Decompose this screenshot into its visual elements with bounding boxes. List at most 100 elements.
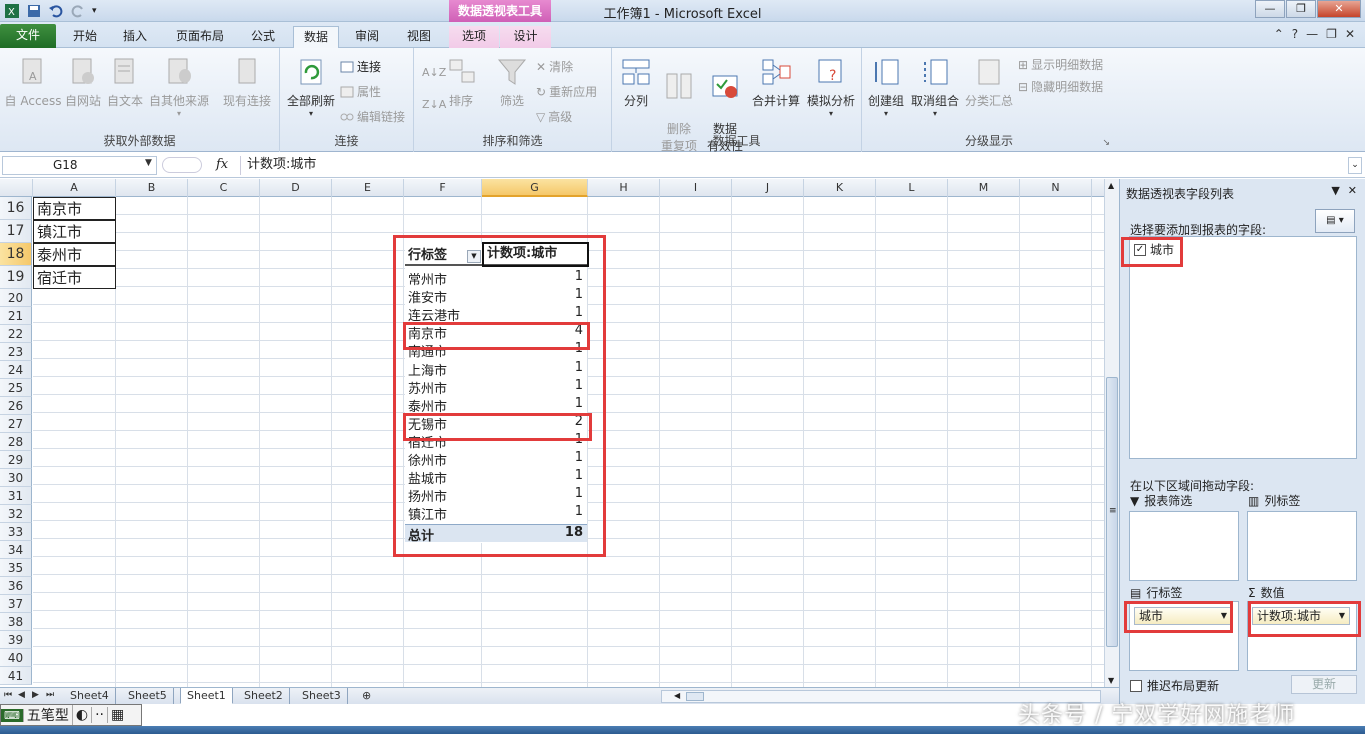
column-header-g[interactable]: G bbox=[482, 179, 588, 197]
hide-detail-button[interactable]: ⊟ 隐藏明细数据 bbox=[1018, 78, 1103, 95]
field-item-city[interactable]: ✓ 城市 bbox=[1134, 241, 1174, 258]
pivot-row[interactable]: 泰州市 1 bbox=[405, 396, 587, 415]
tab-design[interactable]: 设计 bbox=[500, 26, 551, 48]
ime-keyboard-icon[interactable]: ▦ bbox=[108, 707, 127, 723]
pivot-value-header[interactable]: 计数项:城市 bbox=[482, 242, 589, 267]
pivot-row[interactable]: 南京市 4 bbox=[405, 323, 587, 342]
tab-home[interactable]: 开始 bbox=[64, 26, 106, 48]
doc-restore-icon[interactable]: ❐ bbox=[1326, 27, 1337, 41]
from-web-button[interactable]: 自网站 bbox=[62, 56, 104, 109]
doc-close-icon[interactable]: ✕ bbox=[1345, 27, 1355, 41]
refresh-all-button[interactable]: 全部刷新 ▾ bbox=[282, 56, 340, 118]
sheet-tab-sheet1[interactable]: Sheet1 bbox=[180, 688, 233, 704]
ime-mode[interactable]: 五笔型 bbox=[24, 705, 73, 725]
formula-input[interactable]: 计数项:城市 bbox=[240, 156, 1350, 175]
vertical-scrollbar[interactable]: ▲ ≡ ▼ bbox=[1104, 179, 1119, 687]
scroll-left-icon[interactable]: ◀ bbox=[674, 691, 680, 700]
sort-button[interactable]: 排序 bbox=[446, 56, 476, 109]
column-header-a[interactable]: A bbox=[33, 179, 116, 197]
formula-bar-splitter-icon[interactable] bbox=[162, 157, 202, 173]
row-header-32[interactable]: 32 bbox=[0, 505, 32, 523]
pivot-table[interactable]: 行标签 ▼ 计数项:城市 常州市 1 淮安市 1 连云港市 1 南京市 4 南通市 1 上海市 1 苏州… bbox=[405, 242, 589, 544]
next-sheet-icon[interactable]: ▶ bbox=[32, 690, 39, 700]
row-header-26[interactable]: 26 bbox=[0, 397, 32, 415]
last-sheet-icon[interactable]: ⏭ bbox=[46, 690, 54, 700]
values-area[interactable]: 计数项:城市 ▼ bbox=[1247, 601, 1357, 671]
row-header-31[interactable]: 31 bbox=[0, 487, 32, 505]
row-header-37[interactable]: 37 bbox=[0, 595, 32, 613]
properties-button[interactable]: 属性 bbox=[340, 83, 381, 100]
pivot-row[interactable]: 上海市 1 bbox=[405, 360, 587, 379]
update-button[interactable]: 更新 bbox=[1291, 675, 1357, 694]
sort-az-button[interactable]: A↓Z bbox=[422, 66, 446, 79]
existing-connections-button[interactable]: 现有连接 bbox=[218, 56, 276, 109]
sheet-tab-sheet5[interactable]: Sheet5 bbox=[122, 688, 174, 704]
doc-minimize-icon[interactable]: — bbox=[1306, 27, 1318, 41]
pivot-row[interactable]: 徐州市 1 bbox=[405, 450, 587, 469]
pivot-row[interactable]: 盐城市 1 bbox=[405, 468, 587, 487]
defer-layout-update[interactable]: 推迟布局更新 bbox=[1130, 677, 1219, 694]
pane-close-icon[interactable]: ✕ bbox=[1348, 184, 1357, 197]
column-header-d[interactable]: D bbox=[260, 179, 332, 197]
column-header-i[interactable]: I bbox=[660, 179, 732, 197]
row-header-20[interactable]: 20 bbox=[0, 289, 32, 307]
scroll-down-icon[interactable]: ▼ bbox=[1108, 676, 1114, 685]
column-header-h[interactable]: H bbox=[588, 179, 660, 197]
value-item-dropdown-icon[interactable]: ▼ bbox=[1339, 608, 1345, 624]
dialog-launcher-icon[interactable]: ↘ bbox=[1102, 138, 1110, 148]
row-header-17[interactable]: 17 bbox=[0, 220, 32, 243]
column-header-l[interactable]: L bbox=[876, 179, 948, 197]
redo-icon[interactable] bbox=[70, 3, 86, 19]
pivot-row[interactable]: 南通市 1 bbox=[405, 341, 587, 360]
sheet-tab-sheet3[interactable]: Sheet3 bbox=[296, 688, 348, 704]
cell-a17[interactable]: 镇江市 bbox=[33, 220, 116, 243]
ime-halfwidth-icon[interactable]: ◐ bbox=[73, 707, 93, 723]
column-header-f[interactable]: F bbox=[404, 179, 482, 197]
horizontal-scroll-thumb[interactable] bbox=[686, 692, 704, 701]
pivot-row[interactable]: 淮安市 1 bbox=[405, 287, 587, 306]
what-if-analysis-button[interactable]: ? 模拟分析 ▾ bbox=[804, 56, 858, 118]
field-checkbox[interactable]: ✓ bbox=[1134, 243, 1146, 256]
row-labels-area[interactable]: 城市 ▼ bbox=[1129, 601, 1239, 671]
row-header-29[interactable]: 29 bbox=[0, 451, 32, 469]
row-header-34[interactable]: 34 bbox=[0, 541, 32, 559]
reapply-button[interactable]: ↻ 重新应用 bbox=[536, 83, 597, 100]
defer-checkbox[interactable] bbox=[1130, 679, 1142, 692]
column-header-k[interactable]: K bbox=[804, 179, 876, 197]
insert-function-icon[interactable]: fx bbox=[216, 157, 228, 172]
pivot-row[interactable]: 扬州市 1 bbox=[405, 486, 587, 505]
tab-data[interactable]: 数据 bbox=[293, 26, 339, 49]
from-access-button[interactable]: A 自 Access bbox=[4, 56, 62, 109]
collapse-ribbon-icon[interactable]: ⌃ bbox=[1274, 27, 1284, 41]
scroll-up-icon[interactable]: ▲ bbox=[1108, 181, 1114, 190]
prev-sheet-icon[interactable]: ◀ bbox=[18, 690, 25, 700]
pivot-row[interactable]: 连云港市 1 bbox=[405, 305, 587, 324]
tab-view[interactable]: 视图 bbox=[398, 26, 440, 48]
field-layout-button[interactable]: ▤ ▾ bbox=[1315, 209, 1355, 233]
row-header-38[interactable]: 38 bbox=[0, 613, 32, 631]
field-list-box[interactable]: ✓ 城市 bbox=[1129, 236, 1357, 459]
expand-formula-bar-icon[interactable]: ⌄ bbox=[1348, 157, 1362, 174]
subtotal-button[interactable]: 分类汇总 bbox=[962, 56, 1016, 109]
vertical-scroll-thumb[interactable]: ≡ bbox=[1106, 377, 1118, 647]
pivot-row[interactable]: 常州市 1 bbox=[405, 269, 587, 288]
tab-options[interactable]: 选项 bbox=[449, 26, 499, 48]
row-header-28[interactable]: 28 bbox=[0, 433, 32, 451]
consolidate-button[interactable]: 合并计算 bbox=[750, 56, 802, 109]
row-header-25[interactable]: 25 bbox=[0, 379, 32, 397]
ungroup-button[interactable]: 取消组合 ▾ bbox=[908, 56, 962, 118]
from-text-button[interactable]: 自文本 bbox=[104, 56, 146, 109]
column-header-n[interactable]: N bbox=[1020, 179, 1092, 197]
row-header-23[interactable]: 23 bbox=[0, 343, 32, 361]
cell-a18[interactable]: 泰州市 bbox=[33, 243, 116, 266]
ime-punctuation-icon[interactable]: ·· bbox=[92, 707, 109, 723]
select-all-corner[interactable] bbox=[0, 179, 33, 197]
row-header-27[interactable]: 27 bbox=[0, 415, 32, 433]
sort-za-button[interactable]: Z↓A bbox=[422, 98, 446, 111]
customize-qa-icon[interactable]: ▾ bbox=[92, 6, 97, 16]
row-header-33[interactable]: 33 bbox=[0, 523, 32, 541]
undo-icon[interactable] bbox=[48, 3, 64, 19]
column-header-c[interactable]: C bbox=[188, 179, 260, 197]
name-box-dropdown-icon[interactable]: ▼ bbox=[145, 158, 152, 168]
minimize-button[interactable]: — bbox=[1255, 0, 1285, 18]
